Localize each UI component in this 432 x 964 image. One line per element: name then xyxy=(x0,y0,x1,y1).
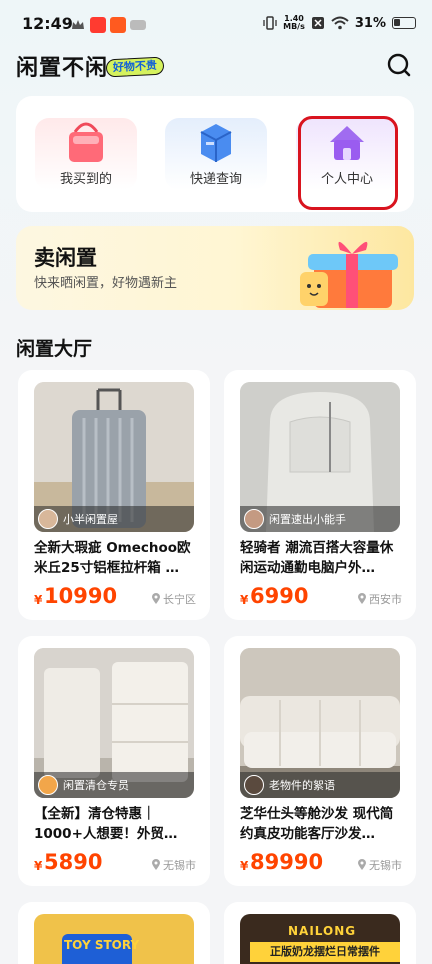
net-speed: 1.40 MB/s xyxy=(283,14,305,31)
shortcut-my-purchases[interactable]: 我买到的 xyxy=(31,96,141,212)
package-icon xyxy=(200,124,232,162)
location-pin-icon xyxy=(358,859,366,870)
nailong-subtext: 正版奶龙摆烂日常摆件 xyxy=(250,942,400,962)
avatar xyxy=(244,509,264,529)
product-location: 西安市 xyxy=(357,591,402,607)
location-text: 长宁区 xyxy=(163,593,196,606)
currency-symbol: ¥ xyxy=(34,859,43,873)
sell-title: 卖闲置 xyxy=(34,246,97,270)
vibrate-icon xyxy=(263,16,277,30)
app-notification-icon xyxy=(110,17,126,33)
section-title: 闲置大厅 xyxy=(16,338,93,360)
product-price: 10990 xyxy=(44,584,118,608)
product-price: 89990 xyxy=(250,850,324,874)
shortcut-label: 快递查询 xyxy=(189,172,242,187)
seller-name: 闲置清仓专员 xyxy=(63,779,129,792)
battery-icon xyxy=(392,17,416,29)
shortcut-express-tracking[interactable]: 快递查询 xyxy=(161,96,271,212)
product-location: 长宁区 xyxy=(151,591,196,607)
product-title: 芝华仕头等舱沙发 现代简约真皮功能客厅沙发… xyxy=(240,806,394,842)
product-title: 全新大瑕疵 Omechoo欧米丘25寸铝框拉杆箱 … xyxy=(34,540,191,576)
seller-bar: 小半闲置屋 xyxy=(34,506,194,532)
currency-symbol: ¥ xyxy=(240,859,249,873)
toy-story-text: TOY STORY xyxy=(64,938,140,952)
sell-banner[interactable]: 卖闲置 快来晒闲置，好物遇新主 xyxy=(16,226,414,310)
product-card[interactable]: TOY STORY xyxy=(18,902,210,964)
product-location: 无锡市 xyxy=(357,857,402,873)
highlight-box xyxy=(298,116,398,210)
location-pin-icon xyxy=(358,593,366,604)
app-notification-icon xyxy=(90,17,106,33)
status-right: 1.40 MB/s 31% xyxy=(263,15,416,31)
product-card[interactable]: 小半闲置屋 全新大瑕疵 Omechoo欧米丘25寸铝框拉杆箱 … ¥ 10990… xyxy=(18,370,210,620)
seller-bar: 闲置清仓专员 xyxy=(34,772,194,798)
status-time: 12:49 xyxy=(22,14,73,33)
shortcut-card: 我买到的 快递查询 个人中心 xyxy=(16,96,414,212)
seller-name: 闲置速出小能手 xyxy=(269,513,346,526)
sim-icon xyxy=(311,17,324,29)
product-card[interactable]: 闲置速出小能手 轻骑者 潮流百搭大容量休闲运动通勤电脑户外… ¥ 6990 西安… xyxy=(224,370,416,620)
product-title: 轻骑者 潮流百搭大容量休闲运动通勤电脑户外… xyxy=(240,540,394,576)
seller-name: 老物件的絮语 xyxy=(269,779,335,792)
avatar xyxy=(244,775,264,795)
sell-subtitle: 快来晒闲置，好物遇新主 xyxy=(34,276,178,291)
gift-box-icon xyxy=(300,241,398,308)
app-notification-icon xyxy=(130,20,146,30)
app-header: 闲置不闲 好物不贵 xyxy=(0,40,432,88)
product-price: 6990 xyxy=(250,584,309,608)
location-pin-icon xyxy=(152,593,160,604)
search-icon[interactable] xyxy=(386,52,412,78)
nailong-text: NAILONG xyxy=(288,924,357,938)
product-card[interactable]: 老物件的絮语 芝华仕头等舱沙发 现代简约真皮功能客厅沙发… ¥ 89990 无锡… xyxy=(224,636,416,886)
product-price: 5890 xyxy=(44,850,103,874)
slogan-badge: 好物不贵 xyxy=(105,56,165,78)
product-image: TOY STORY xyxy=(34,914,194,964)
product-card[interactable]: 闲置清仓专员 【全新】清仓特惠｜1000+人想要！外贸… ¥ 5890 无锡市 xyxy=(18,636,210,886)
shortcut-label: 我买到的 xyxy=(59,172,112,187)
seller-bar: 闲置速出小能手 xyxy=(240,506,400,532)
location-text: 无锡市 xyxy=(163,859,196,872)
currency-symbol: ¥ xyxy=(34,593,43,607)
wifi-icon xyxy=(331,16,349,30)
location-text: 无锡市 xyxy=(369,859,402,872)
product-location: 无锡市 xyxy=(151,857,196,873)
currency-symbol: ¥ xyxy=(240,593,249,607)
battery-percent: 31% xyxy=(354,15,386,31)
page-title: 闲置不闲 xyxy=(16,56,109,81)
avatar xyxy=(38,775,58,795)
crown-icon xyxy=(72,20,84,29)
location-pin-icon xyxy=(152,859,160,870)
seller-bar: 老物件的絮语 xyxy=(240,772,400,798)
location-text: 西安市 xyxy=(369,593,402,606)
product-title: 【全新】清仓特惠｜1000+人想要！外贸… xyxy=(34,806,178,842)
seller-name: 小半闲置屋 xyxy=(63,513,118,526)
shopping-bag-icon xyxy=(69,122,103,162)
product-card[interactable]: NAILONG 正版奶龙摆烂日常摆件 xyxy=(224,902,416,964)
avatar xyxy=(38,509,58,529)
product-image: NAILONG 正版奶龙摆烂日常摆件 xyxy=(240,914,400,964)
